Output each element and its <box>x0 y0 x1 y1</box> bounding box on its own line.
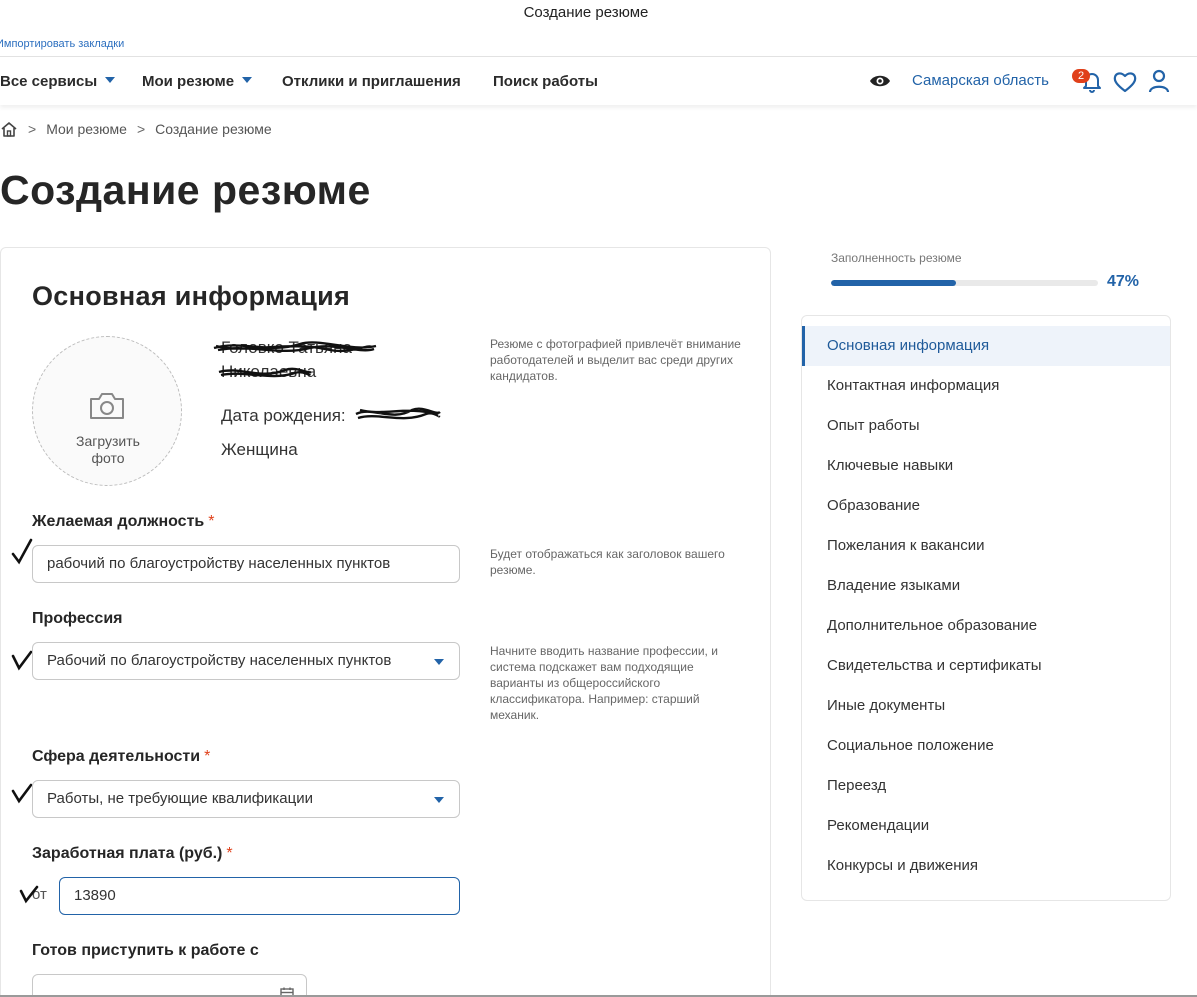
breadcrumb-my-resumes[interactable]: Мои резюме <box>46 121 127 137</box>
sidebar-item[interactable]: Дополнительное образование <box>802 606 1170 646</box>
profession-label: Профессия <box>32 610 123 627</box>
nav-all-services[interactable]: Все сервисы <box>0 73 116 90</box>
sidebar-item[interactable]: Образование <box>802 486 1170 526</box>
checkmark-icon <box>19 885 39 904</box>
nav-responses[interactable]: Отклики и приглашения <box>282 73 461 90</box>
salary-label: Заработная плата (руб.) * <box>32 845 233 863</box>
progress-label: Заполненность резюме <box>831 251 962 265</box>
gender-value: Женщина <box>221 440 298 459</box>
sphere-select-value: Работы, не требующие квалификации <box>47 790 314 807</box>
sphere-select[interactable]: Работы, не требующие квалификации <box>32 780 460 818</box>
region-selector[interactable]: Самарская область <box>912 72 1049 89</box>
chevron-down-icon <box>434 659 444 665</box>
import-bookmarks-link[interactable]: Импортировать закладки <box>0 38 124 50</box>
breadcrumb-separator: > <box>136 121 146 137</box>
sidebar-item[interactable]: Иные документы <box>802 686 1170 726</box>
redaction-scribble <box>355 407 441 420</box>
profession-hint: Начните вводить название профессии, и си… <box>490 644 718 722</box>
breadcrumb: > Мои резюме > Создание резюме <box>0 121 272 137</box>
window-title: Создание резюме <box>523 4 649 21</box>
position-label: Желаемая должность * <box>32 513 214 531</box>
photo-hint: Резюме с фотографией привлечёт внимание … <box>490 337 741 383</box>
salary-label-text: Заработная плата (руб.) <box>32 845 223 862</box>
nav-all-services-label: Все сервисы <box>0 73 98 90</box>
user-icon[interactable] <box>1148 69 1170 93</box>
upload-photo-button[interactable]: Загрузить фото <box>32 336 182 486</box>
chevron-down-icon <box>105 77 116 83</box>
position-hint: Будет отображаться как заголовок вашего … <box>490 547 725 577</box>
progress-bar <box>831 280 1098 286</box>
nav-my-resumes[interactable]: Мои резюме <box>142 73 253 90</box>
checkmark-icon <box>11 538 33 565</box>
start-date-input[interactable] <box>32 974 307 997</box>
sphere-label-text: Сфера деятельности <box>32 748 201 765</box>
profession-select-value: Рабочий по благоустройству населенных пу… <box>47 652 392 669</box>
progress-value: 47% <box>1107 273 1140 290</box>
home-icon[interactable] <box>0 121 18 137</box>
sidebar-item[interactable]: Переезд <box>802 766 1170 806</box>
nav-my-resumes-label: Мои резюме <box>142 73 235 90</box>
nav-job-search[interactable]: Поиск работы <box>493 73 598 90</box>
top-navigation: Все сервисы Мои резюме Отклики и приглаш… <box>0 57 1197 105</box>
chevron-down-icon <box>434 797 444 803</box>
sidebar-item[interactable]: Рекомендации <box>802 806 1170 846</box>
heart-icon[interactable] <box>1113 71 1137 93</box>
page-title: Создание резюме <box>0 167 371 213</box>
sidebar-item[interactable]: Социальное положение <box>802 726 1170 766</box>
upload-photo-label: Загрузить фото <box>76 433 140 466</box>
notification-badge: 2 <box>1072 69 1091 83</box>
profession-select[interactable]: Рабочий по благоустройству населенных пу… <box>32 642 460 680</box>
salary-input[interactable]: 13890 <box>59 877 460 915</box>
required-mark: * <box>226 845 233 862</box>
breadcrumb-separator: > <box>28 121 37 137</box>
redaction-scribble <box>213 341 377 353</box>
sidebar-item[interactable]: Свидетельства и сертификаты <box>802 646 1170 686</box>
birth-date-label: Дата рождения: <box>221 406 346 425</box>
breadcrumb-current: Создание резюме <box>155 121 272 137</box>
sidebar-item[interactable]: Пожелания к вакансии <box>802 526 1170 566</box>
position-input[interactable]: рабочий по благоустройству населенных пу… <box>32 545 460 583</box>
section-title: Основная информация <box>32 281 351 311</box>
chevron-down-icon <box>242 77 253 83</box>
sidebar-item[interactable]: Контактная информация <box>802 366 1170 406</box>
eye-icon[interactable] <box>869 73 891 89</box>
sidebar-item[interactable]: Владение языками <box>802 566 1170 606</box>
redaction-scribble <box>218 367 312 378</box>
sidebar-item[interactable]: Опыт работы <box>802 406 1170 446</box>
required-mark: * <box>208 513 215 530</box>
sidebar-item[interactable]: Конкурсы и движения <box>802 846 1170 886</box>
checkmark-icon <box>11 650 33 671</box>
progress-bar-fill <box>831 280 957 286</box>
sphere-label: Сфера деятельности * <box>32 748 210 766</box>
camera-icon <box>90 393 124 419</box>
resume-sections-nav: Основная информация Контактная информация… <box>801 315 1171 901</box>
position-label-text: Желаемая должность <box>32 513 205 530</box>
sidebar-item[interactable]: Основная информация <box>802 326 1170 366</box>
required-mark: * <box>204 748 211 765</box>
start-date-label: Готов приступить к работе с <box>32 942 259 959</box>
sidebar-item[interactable]: Ключевые навыки <box>802 446 1170 486</box>
checkmark-icon <box>11 783 33 804</box>
